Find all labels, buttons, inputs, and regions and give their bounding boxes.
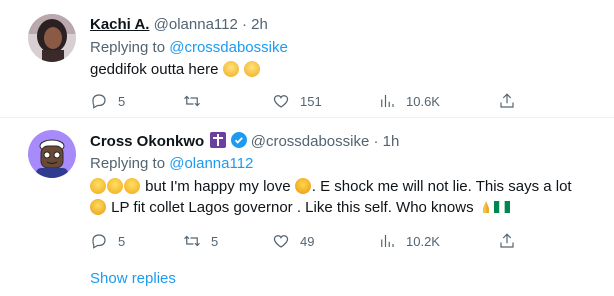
views-icon: [381, 235, 394, 247]
tweet-text-content: geddifok outta here: [90, 61, 219, 78]
avatar-cartoon: [28, 130, 76, 178]
tweet-kachi[interactable]: Kachi A. @olanna112 · 2h Replying to @cr…: [0, 0, 614, 117]
separator-dot: ·: [373, 133, 379, 150]
views-button[interactable]: 10.6K: [378, 91, 440, 111]
laughing-emoji-icon: [124, 178, 140, 194]
cross-icon: [210, 132, 227, 148]
view-count: 10.6K: [406, 93, 440, 109]
avatar-photo: [28, 14, 76, 62]
tweet-text-line-1: but I'm happy my love . E shock me will …: [90, 177, 572, 197]
laughing-emoji-icon: [90, 178, 106, 194]
tweet-actions: 5 151 10.6K: [90, 91, 520, 111]
like-icon: [273, 235, 289, 248]
author-name[interactable]: Cross Okonkwo: [90, 133, 204, 150]
retweet-button[interactable]: 5: [183, 231, 218, 251]
replying-to: Replying to @crossdabossike: [90, 39, 288, 56]
monocle-emoji-icon: [90, 199, 106, 215]
heart-eyes-emoji-icon: [294, 178, 311, 194]
eye-roll-emoji-icon: [222, 61, 239, 77]
retweet-icon: [184, 235, 200, 247]
replying-to-mention[interactable]: @olanna112: [169, 155, 253, 172]
timestamp[interactable]: 1h: [383, 133, 400, 150]
share-button[interactable]: [498, 91, 526, 111]
verified-badge-icon: [230, 132, 247, 148]
tweet-text: geddifok outta here: [90, 60, 261, 80]
retweet-icon: [184, 95, 200, 107]
replying-to-mention[interactable]: @crossdabossike: [169, 39, 288, 56]
avatar-kachi[interactable]: [28, 14, 76, 62]
view-count: 10.2K: [406, 233, 440, 249]
show-replies-link[interactable]: Show replies: [90, 270, 176, 287]
reply-icon: [92, 234, 106, 249]
author-handle[interactable]: @olanna112: [154, 16, 238, 33]
share-icon: [500, 233, 514, 248]
replying-to: Replying to @olanna112: [90, 155, 253, 172]
tweet-text-part: LP fit collet Lagos governor . Like this…: [107, 199, 478, 216]
tweet-text-part: but I'm happy my love: [141, 178, 295, 195]
tweet-header: Kachi A. @olanna112 · 2h: [90, 16, 268, 33]
share-button[interactable]: [498, 231, 526, 251]
tweet-text-line-2: LP fit collet Lagos governor . Like this…: [90, 198, 510, 218]
retweet-count: 5: [211, 233, 219, 249]
nigeria-flag-icon: [493, 201, 510, 213]
share-icon: [500, 93, 514, 108]
like-count: 151: [300, 93, 322, 109]
author-handle[interactable]: @crossdabossike: [251, 133, 370, 150]
author-name[interactable]: Kachi A.: [90, 16, 149, 33]
timestamp[interactable]: 2h: [251, 16, 268, 33]
reply-count: 5: [118, 93, 126, 109]
laughing-emoji-icon: [107, 178, 123, 194]
like-button[interactable]: 151: [272, 91, 322, 111]
like-button[interactable]: 49: [272, 231, 314, 251]
like-count: 49: [300, 233, 315, 249]
views-icon: [381, 95, 394, 107]
retweet-button[interactable]: [183, 91, 211, 111]
reply-button[interactable]: 5: [90, 231, 125, 251]
reply-count: 5: [118, 233, 126, 249]
praying-hands-emoji-icon: [482, 201, 489, 213]
replying-to-label: Replying to: [90, 39, 170, 56]
avatar-cross[interactable]: [28, 130, 76, 178]
views-button[interactable]: 10.2K: [378, 231, 440, 251]
tweet-header: Cross Okonkwo @crossdabossike · 1h: [90, 132, 399, 150]
tweet-actions: 5 5 49 10.2K: [90, 231, 520, 251]
unamused-emoji-icon: [243, 61, 260, 77]
separator-dot: ·: [242, 16, 247, 33]
replying-to-label: Replying to: [90, 155, 170, 172]
tweet-text-part: . E shock me will not lie. This says a l…: [311, 178, 572, 195]
reply-button[interactable]: 5: [90, 91, 125, 111]
like-icon: [273, 95, 289, 108]
reply-icon: [92, 94, 106, 109]
